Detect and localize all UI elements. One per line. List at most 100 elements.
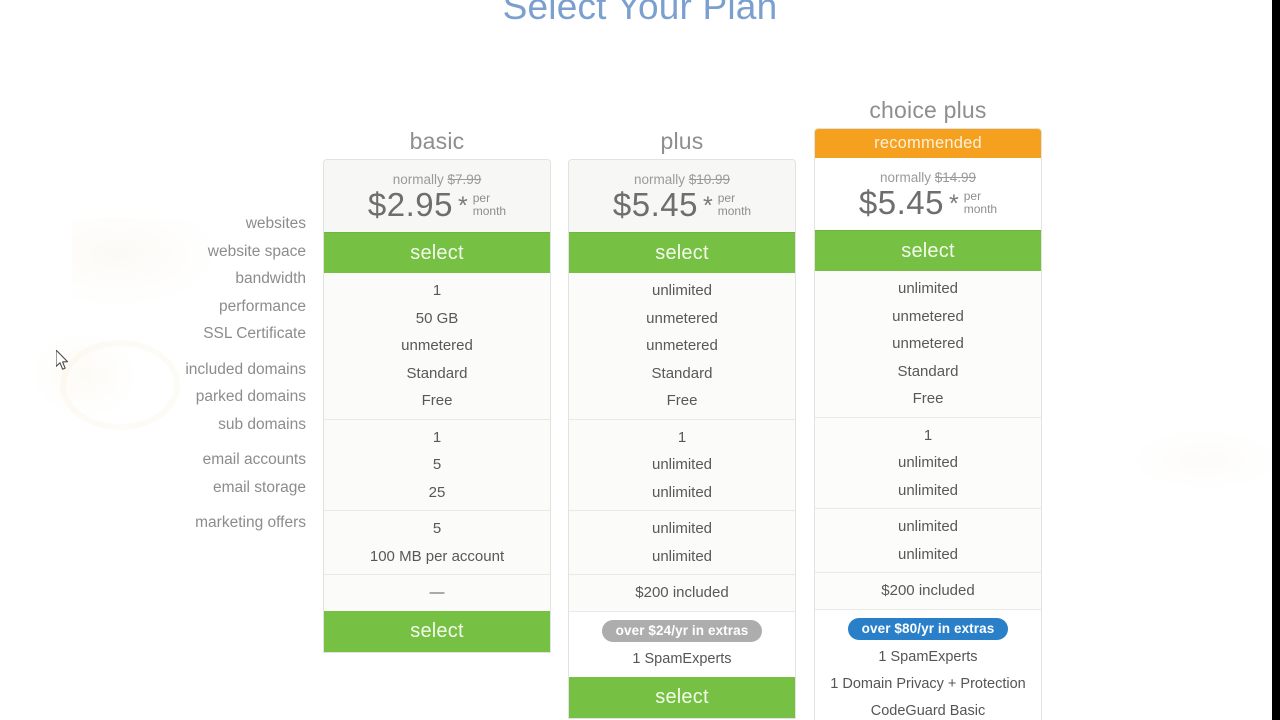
feature-value: unmetered: [892, 335, 964, 352]
label-group-gap: [100, 348, 306, 356]
normally-price-line: normally $10.99: [569, 172, 795, 187]
current-price-line: $2.95 * per month: [324, 188, 550, 221]
feature-value: 5: [432, 520, 442, 537]
feature-values-choiceplus: unlimited unmetered unmetered Standard Free 1…: [815, 271, 1041, 609]
price-period-line2: month: [717, 203, 752, 218]
plan-comparison-grid: websites website space bandwidth performanc…: [0, 92, 1280, 720]
price-period: per month: [718, 192, 751, 217]
feature-value: 5: [432, 456, 442, 473]
feature-label: website space: [207, 242, 306, 260]
current-price: $2.95: [367, 186, 453, 223]
window-edge-bar-right: [1272, 0, 1280, 720]
feature-group: —: [324, 574, 550, 611]
extra-item: 1 SpamExperts: [632, 650, 732, 667]
price-asterisk: *: [703, 192, 713, 220]
price-period-line2: month: [472, 203, 507, 218]
label-group: marketing offers: [100, 509, 306, 537]
select-button-bottom-plus[interactable]: select: [569, 676, 795, 718]
feature-label: parked domains: [195, 388, 306, 405]
feature-values-basic: 1 50 GB unmetered Standard Free 1 5 25 5 100 MB p…: [324, 273, 550, 611]
select-button-bottom-basic[interactable]: select: [324, 610, 550, 652]
feature-value: Standard: [897, 362, 959, 380]
feature-label: email storage: [212, 478, 306, 496]
feature-value: unlimited: [651, 547, 713, 565]
plan-card-plus: normally $10.99 $5.45 * per month select unlim…: [568, 159, 796, 719]
feature-value: Free: [421, 392, 453, 409]
current-price: $5.45: [612, 186, 698, 223]
price-box-plus: normally $10.99 $5.45 * per month: [569, 160, 795, 232]
price-period: per month: [964, 190, 997, 215]
select-button-top-choiceplus[interactable]: select: [815, 230, 1041, 271]
feature-value: 50 GB: [415, 309, 459, 327]
feature-value: Standard: [406, 364, 468, 382]
feature-value: unmetered: [401, 337, 473, 354]
feature-group: unlimited unmetered unmetered Standard Free: [569, 273, 795, 419]
feature-group: 1 50 GB unmetered Standard Free: [324, 273, 550, 419]
feature-value: Free: [912, 390, 944, 407]
feature-group: unlimited unmetered unmetered Standard Free: [815, 271, 1041, 417]
plan-name-choiceplus: choice plus: [869, 97, 987, 123]
normally-price-line: normally $14.99: [815, 170, 1041, 185]
extras-pill-plus[interactable]: over $24/yr in extras: [601, 619, 763, 642]
plan-column-basic: basic normally $7.99 $2.95 * per month select 1…: [323, 92, 551, 653]
page-title: Select Your Plan: [502, 0, 778, 27]
feature-value: unlimited: [651, 456, 713, 473]
feature-values-plus: unlimited unmetered unmetered Standard Free 1…: [569, 273, 795, 611]
feature-value: unlimited: [897, 545, 959, 563]
extra-item: CodeGuard Basic: [870, 702, 986, 719]
extra-item: 1 SpamExperts: [878, 648, 978, 665]
extras-pill-wrap: over $80/yr in extras: [815, 616, 1041, 644]
label-group-gap: [100, 501, 306, 509]
current-price-line: $5.45 * per month: [815, 186, 1041, 219]
price-period: per month: [473, 192, 506, 217]
extras-pill-wrap: over $24/yr in extras: [569, 618, 795, 646]
feature-group: $200 included: [569, 574, 795, 611]
plan-column-plus: plus normally $10.99 $5.45 * per month select u…: [568, 92, 796, 719]
feature-value: 100 MB per account: [369, 547, 505, 565]
feature-value: unlimited: [651, 282, 713, 299]
recommended-ribbon: recommended: [815, 129, 1041, 158]
feature-value: 1: [432, 282, 442, 299]
feature-value: $200 included: [635, 584, 729, 601]
extra-item: 1 Domain Privacy + Protection: [830, 675, 1026, 692]
normally-price-line: normally $7.99: [324, 172, 550, 187]
feature-value: unlimited: [651, 483, 713, 501]
plan-card-basic: normally $7.99 $2.95 * per month select 1 50 GB…: [323, 159, 551, 653]
feature-value: 1: [677, 428, 687, 446]
feature-value: 25: [428, 483, 446, 501]
price-asterisk: *: [458, 192, 468, 220]
select-button-top-plus[interactable]: select: [569, 232, 795, 273]
price-asterisk: *: [949, 190, 959, 218]
feature-group: unlimited unlimited: [569, 510, 795, 574]
current-price-line: $5.45 * per month: [569, 188, 795, 221]
feature-label: SSL Certificate: [203, 325, 306, 342]
feature-value: Free: [666, 392, 698, 409]
feature-group: 1 unlimited unlimited: [815, 416, 1041, 509]
original-price: $7.99: [447, 172, 482, 187]
price-period-line2: month: [963, 201, 998, 216]
plan-column-choiceplus: choice plus recommended normally $14.99 $5.…: [814, 92, 1042, 720]
feature-group: 5 100 MB per account: [324, 510, 550, 574]
label-group: included domains parked domains sub domain…: [100, 356, 306, 439]
feature-group: 1 unlimited unlimited: [569, 418, 795, 511]
select-button-top-basic[interactable]: select: [324, 232, 550, 273]
feature-label: email accounts: [202, 451, 306, 468]
feature-label: included domains: [185, 360, 306, 378]
extras-pill-choiceplus[interactable]: over $80/yr in extras: [847, 617, 1009, 640]
feature-value: 1: [432, 428, 442, 446]
feature-label: sub domains: [218, 415, 306, 433]
feature-group: $200 included: [815, 572, 1041, 609]
original-price: $14.99: [934, 170, 977, 185]
feature-label-column: websites website space bandwidth performanc…: [100, 210, 306, 537]
feature-group: 1 5 25: [324, 418, 550, 511]
feature-value: unlimited: [651, 520, 713, 537]
price-box-basic: normally $7.99 $2.95 * per month: [324, 160, 550, 232]
feature-label: bandwidth: [235, 270, 306, 287]
feature-value: unlimited: [897, 280, 959, 297]
feature-value: unlimited: [897, 481, 959, 499]
original-price: $10.99: [688, 172, 731, 187]
feature-group: unlimited unlimited: [815, 508, 1041, 572]
price-box-choiceplus: normally $14.99 $5.45 * per month: [815, 158, 1041, 230]
feature-value: unlimited: [897, 454, 959, 471]
feature-label: marketing offers: [195, 514, 306, 531]
